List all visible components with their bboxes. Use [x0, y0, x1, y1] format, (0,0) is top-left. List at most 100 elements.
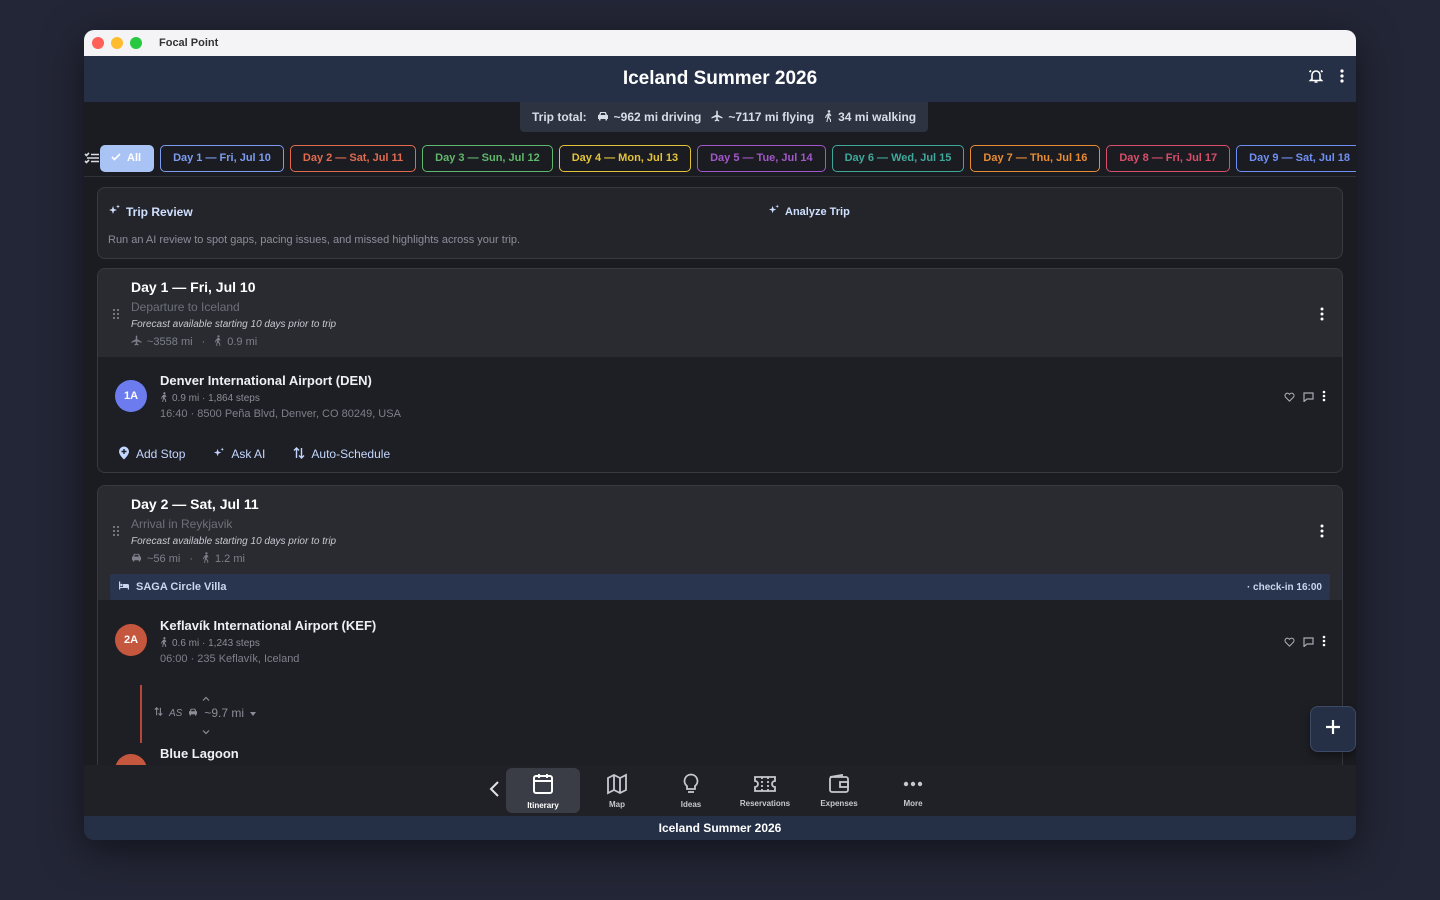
walk-icon	[824, 109, 833, 125]
drag-handle-icon[interactable]	[112, 307, 120, 325]
car-icon	[188, 707, 198, 719]
stop-item[interactable]: 1A Denver International Airport (DEN) 0.…	[98, 357, 1342, 435]
trip-review-description: Run an AI review to spot gaps, pacing is…	[108, 234, 521, 246]
wallet-icon	[828, 773, 850, 796]
day-flying: ~3558 mi	[147, 336, 193, 348]
day-header[interactable]: Day 2 — Sat, Jul 11 Arrival in Reykjavik…	[98, 486, 1342, 574]
close-window-button[interactable]	[92, 37, 104, 49]
day-stats: ~3558 mi · 0.9 mi	[131, 335, 1342, 349]
tab-more[interactable]: More	[876, 768, 950, 813]
walking-total: 34 mi walking	[838, 110, 917, 124]
bell-icon[interactable]	[1308, 68, 1324, 89]
tab-label: Map	[609, 799, 625, 809]
day-walking: 0.9 mi	[227, 336, 258, 348]
stop-name[interactable]: Blue Lagoon	[160, 746, 239, 761]
plane-icon	[711, 110, 723, 125]
app-window: Focal Point Iceland Summer 2026 Trip tot…	[84, 30, 1356, 840]
chip-day-4[interactable]: Day 4 — Mon, Jul 13	[558, 144, 692, 172]
sort-icon	[154, 707, 163, 719]
comment-icon[interactable]	[1303, 634, 1314, 652]
chevron-down-icon[interactable]	[202, 722, 210, 740]
footer-trip-title: Iceland Summer 2026	[84, 816, 1356, 840]
chip-day-6[interactable]: Day 6 — Wed, Jul 15	[831, 144, 965, 172]
chevron-up-icon[interactable]	[202, 688, 210, 706]
chip-day-7[interactable]: Day 7 — Thu, Jul 16	[970, 144, 1101, 172]
more-vertical-icon[interactable]	[1340, 69, 1344, 88]
chip-day-5[interactable]: Day 5 — Tue, Jul 14	[697, 144, 826, 172]
stop-walk: 0.6 mi · 1,243 steps	[172, 638, 260, 649]
chip-day-2[interactable]: Day 2 — Sat, Jul 11	[289, 144, 417, 172]
transit-info[interactable]: AS ~9.7 mi	[154, 706, 257, 720]
stop-walk: 0.9 mi · 1,864 steps	[172, 393, 260, 404]
chip-day-3[interactable]: Day 3 — Sun, Jul 12	[422, 144, 553, 172]
lodging-name: SAGA Circle Villa	[136, 581, 227, 593]
analyze-trip-label: Analyze Trip	[785, 205, 850, 218]
drag-handle-icon[interactable]	[112, 524, 120, 542]
day-title: Day 2 — Sat, Jul 11	[131, 496, 259, 512]
tab-map[interactable]: Map	[580, 768, 654, 813]
stop-badge	[115, 754, 147, 765]
title-bar: Focal Point	[84, 30, 1356, 56]
trip-review-title: Trip Review	[126, 205, 193, 219]
caret-down-icon[interactable]	[250, 707, 257, 719]
trip-review-card: Trip Review Analyze Trip Run an AI revie…	[97, 187, 1343, 259]
add-fab-button[interactable]	[1310, 706, 1356, 752]
calendar-icon	[531, 772, 555, 798]
lodging-banner[interactable]: SAGA Circle Villa · check-in 16:00	[110, 574, 1330, 600]
add-stop-button[interactable]: Add Stop	[118, 446, 185, 463]
stop-name: Denver International Airport (DEN)	[160, 373, 372, 388]
tab-reservations[interactable]: Reservations	[728, 768, 802, 813]
chevron-left-icon[interactable]	[489, 780, 500, 803]
day-header[interactable]: Day 1 — Fri, Jul 10 Departure to Iceland…	[98, 269, 1342, 357]
heart-icon[interactable]	[1284, 389, 1295, 407]
stop-item[interactable]: 2A Keflavík International Airport (KEF) …	[98, 600, 1342, 680]
stop-badge: 2A	[115, 624, 147, 656]
chip-day-8[interactable]: Day 8 — Fri, Jul 17	[1106, 144, 1231, 172]
tab-itinerary[interactable]: Itinerary	[506, 768, 580, 813]
filter-list-icon[interactable]	[84, 152, 100, 164]
day-title: Day 1 — Fri, Jul 10	[131, 279, 256, 295]
tab-ideas[interactable]: Ideas	[654, 768, 728, 813]
comment-icon[interactable]	[1303, 389, 1314, 407]
separator-dot: ·	[189, 553, 193, 565]
bottom-tab-bar: Itinerary Map Ideas Reservations Expense…	[84, 765, 1356, 816]
more-vertical-icon[interactable]	[1320, 524, 1324, 543]
trip-title: Iceland Summer 2026	[622, 68, 818, 89]
itinerary-scroll[interactable]: Trip Review Analyze Trip Run an AI revie…	[84, 177, 1356, 765]
day-actions: Add Stop Ask AI Auto-Schedule	[98, 435, 1342, 472]
chip-day-9[interactable]: Day 9 — Sat, Jul 18	[1236, 144, 1356, 172]
maximize-window-button[interactable]	[130, 37, 142, 49]
driving-total: ~962 mi driving	[613, 110, 702, 124]
more-vertical-icon[interactable]	[1322, 389, 1326, 407]
flying-total: ~7117 mi flying	[728, 110, 815, 124]
tab-expenses[interactable]: Expenses	[802, 768, 876, 813]
ask-ai-label: Ask AI	[231, 447, 266, 461]
more-vertical-icon[interactable]	[1322, 634, 1326, 652]
auto-schedule-button[interactable]: Auto-Schedule	[293, 446, 390, 462]
minimize-window-button[interactable]	[111, 37, 123, 49]
heart-icon[interactable]	[1284, 634, 1295, 652]
add-location-icon	[118, 446, 130, 463]
stop-walk-info: 0.9 mi · 1,864 steps	[160, 392, 260, 405]
ticket-icon	[753, 774, 777, 796]
tab-label: Reservations	[739, 798, 791, 808]
day-card-1: Day 1 — Fri, Jul 10 Departure to Iceland…	[97, 268, 1343, 473]
walk-icon	[160, 637, 168, 650]
map-icon	[606, 773, 628, 797]
car-icon	[131, 553, 142, 565]
stop-address: 16:40 · 8500 Peña Blvd, Denver, CO 80249…	[160, 408, 401, 420]
analyze-trip-button[interactable]: Analyze Trip	[768, 204, 850, 219]
app-header: Iceland Summer 2026	[84, 56, 1356, 102]
walk-icon	[202, 552, 210, 566]
chip-all[interactable]: All	[100, 144, 155, 172]
day-walking: 1.2 mi	[215, 553, 245, 565]
plane-icon	[131, 335, 142, 349]
more-vertical-icon[interactable]	[1320, 307, 1324, 326]
add-stop-label: Add Stop	[136, 447, 186, 461]
ask-ai-button[interactable]: Ask AI	[213, 446, 266, 462]
lightbulb-icon	[681, 773, 701, 797]
trip-total-label: Trip total:	[532, 110, 587, 124]
car-icon	[597, 110, 609, 124]
stop-badge: 1A	[115, 380, 147, 412]
chip-day-1[interactable]: Day 1 — Fri, Jul 10	[160, 144, 284, 172]
